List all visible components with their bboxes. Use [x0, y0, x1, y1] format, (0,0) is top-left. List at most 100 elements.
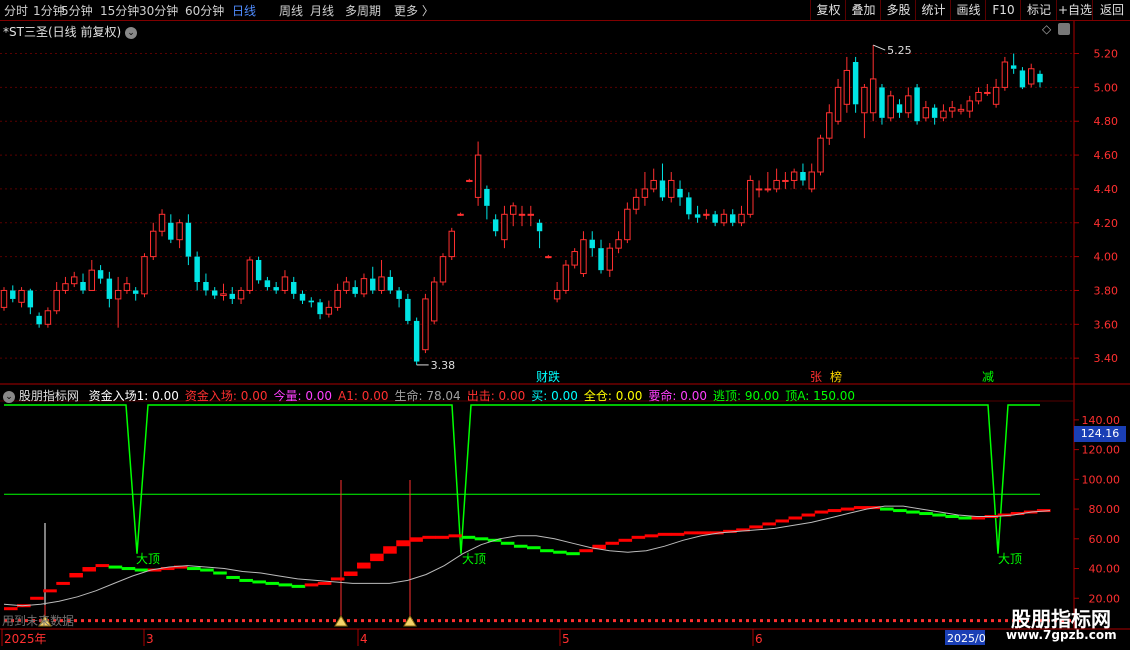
- candle: [861, 84, 868, 139]
- candle: [203, 273, 209, 296]
- candle: [430, 276, 438, 325]
- event-marker[interactable]: 榜: [830, 369, 842, 384]
- candle: [562, 260, 570, 294]
- candle: [439, 253, 447, 286]
- window-toggle-icon[interactable]: [1058, 23, 1070, 35]
- time-cursor-label: 2025/0: [947, 632, 986, 645]
- candle: [632, 188, 640, 215]
- candle: [106, 271, 113, 308]
- indicator-bar: [788, 516, 803, 520]
- diamond-icon[interactable]: ◇: [1042, 22, 1051, 36]
- candle: [299, 290, 306, 304]
- candle: [826, 104, 833, 145]
- indicator-bar: [357, 562, 371, 569]
- candle: [413, 317, 420, 365]
- stock-title[interactable]: *ST三圣(日线 前复权) ⌄: [3, 23, 137, 40]
- candle: [834, 78, 842, 125]
- candle: [317, 298, 323, 320]
- indicator-tick-label: 100.00: [1082, 473, 1121, 486]
- indicator-bar: [121, 567, 136, 571]
- event-marker[interactable]: 减: [982, 370, 994, 384]
- candle: [71, 271, 78, 288]
- watermark-url: www.7gpzb.com: [1006, 628, 1117, 642]
- candle: [782, 172, 789, 189]
- candle: [466, 178, 473, 183]
- candle: [747, 175, 754, 218]
- candle: [650, 168, 657, 193]
- candle: [53, 282, 60, 315]
- candle: [132, 287, 139, 301]
- indicator-field-5: 出击: 0.00: [466, 389, 526, 403]
- candle: [150, 222, 157, 260]
- candle: [370, 266, 376, 294]
- candle: [325, 300, 333, 318]
- candle: [817, 134, 824, 176]
- candle: [843, 56, 851, 113]
- candle: [387, 270, 394, 294]
- indicator-bar: [880, 507, 894, 511]
- indicator-bar: [945, 515, 959, 519]
- candle: [44, 307, 52, 328]
- time-label: 4: [360, 632, 368, 646]
- candle: [474, 141, 482, 206]
- candle: [887, 90, 894, 122]
- indicator-bar: [893, 509, 907, 513]
- chevron-down-icon[interactable]: ⌄: [3, 390, 15, 403]
- candle: [255, 256, 262, 284]
- indicator-series: 大顶 大顶 大顶: [3, 404, 1074, 627]
- candle: [624, 202, 631, 244]
- future-data-hint: 用到未来数据: [2, 614, 75, 628]
- candle: [448, 227, 455, 260]
- indicator-name[interactable]: 股朋指标网: [19, 389, 79, 403]
- indicator-bar: [474, 537, 489, 541]
- candle: [992, 78, 1000, 108]
- price-tick-label: 3.80: [1094, 284, 1119, 297]
- price-tick-label: 3.40: [1094, 352, 1119, 365]
- candle: [185, 214, 192, 266]
- indicator-bar: [291, 584, 306, 588]
- time-axis: 2025年 3 4 5 6 2025/0: [1, 629, 986, 646]
- indicator-bar: [304, 583, 319, 587]
- time-label: 6: [755, 632, 763, 646]
- indicator-bar: [370, 553, 384, 562]
- indicator-bar: [448, 534, 463, 538]
- candle: [1027, 63, 1035, 88]
- indicator-field-9: 逃顶: 90.00: [713, 389, 780, 403]
- event-marker[interactable]: 财: [536, 370, 548, 384]
- price-tick-label: 5.00: [1094, 81, 1119, 94]
- stock-chart[interactable]: 5.20 5.00 4.80 4.60 4.40 4.20 4.00 3.80 3.60 3.40…: [0, 0, 1130, 650]
- candle: [360, 273, 368, 298]
- candle: [966, 95, 973, 118]
- candle: [484, 185, 490, 220]
- indicator-bar: [43, 589, 57, 593]
- indicator-bar: [343, 571, 358, 576]
- indicator-bar: [683, 531, 698, 535]
- candle: [536, 219, 543, 249]
- candle: [1019, 67, 1026, 90]
- candle: [141, 253, 148, 298]
- event-marker[interactable]: 跌: [548, 369, 560, 384]
- indicator-bar: [265, 581, 280, 585]
- top-signal-line: [4, 404, 1040, 554]
- indicator-field-7: 全仓: 0.00: [583, 389, 643, 403]
- candle: [589, 231, 595, 257]
- indicator-bar: [605, 541, 620, 545]
- candle: [527, 205, 535, 227]
- indicator-tick-label: 60.00: [1089, 533, 1121, 546]
- indicator-field-2: 今量: 0.00: [273, 389, 333, 403]
- indicator-tick-label: 120.00: [1082, 444, 1121, 457]
- indicator-bar: [958, 516, 973, 520]
- candle: [922, 100, 930, 122]
- indicator-bar: [657, 532, 672, 536]
- indicator-tick-label: 140.00: [1082, 414, 1121, 427]
- candle: [940, 104, 947, 122]
- indicator-bar: [69, 572, 83, 578]
- event-marker[interactable]: 张: [810, 370, 822, 384]
- chevron-down-icon[interactable]: ⌄: [124, 26, 137, 39]
- candle: [729, 209, 736, 227]
- indicator-bar: [422, 535, 436, 539]
- candle: [1010, 53, 1017, 74]
- price-tick-label: 3.60: [1094, 318, 1119, 331]
- candle: [168, 214, 174, 244]
- candle: [957, 104, 965, 115]
